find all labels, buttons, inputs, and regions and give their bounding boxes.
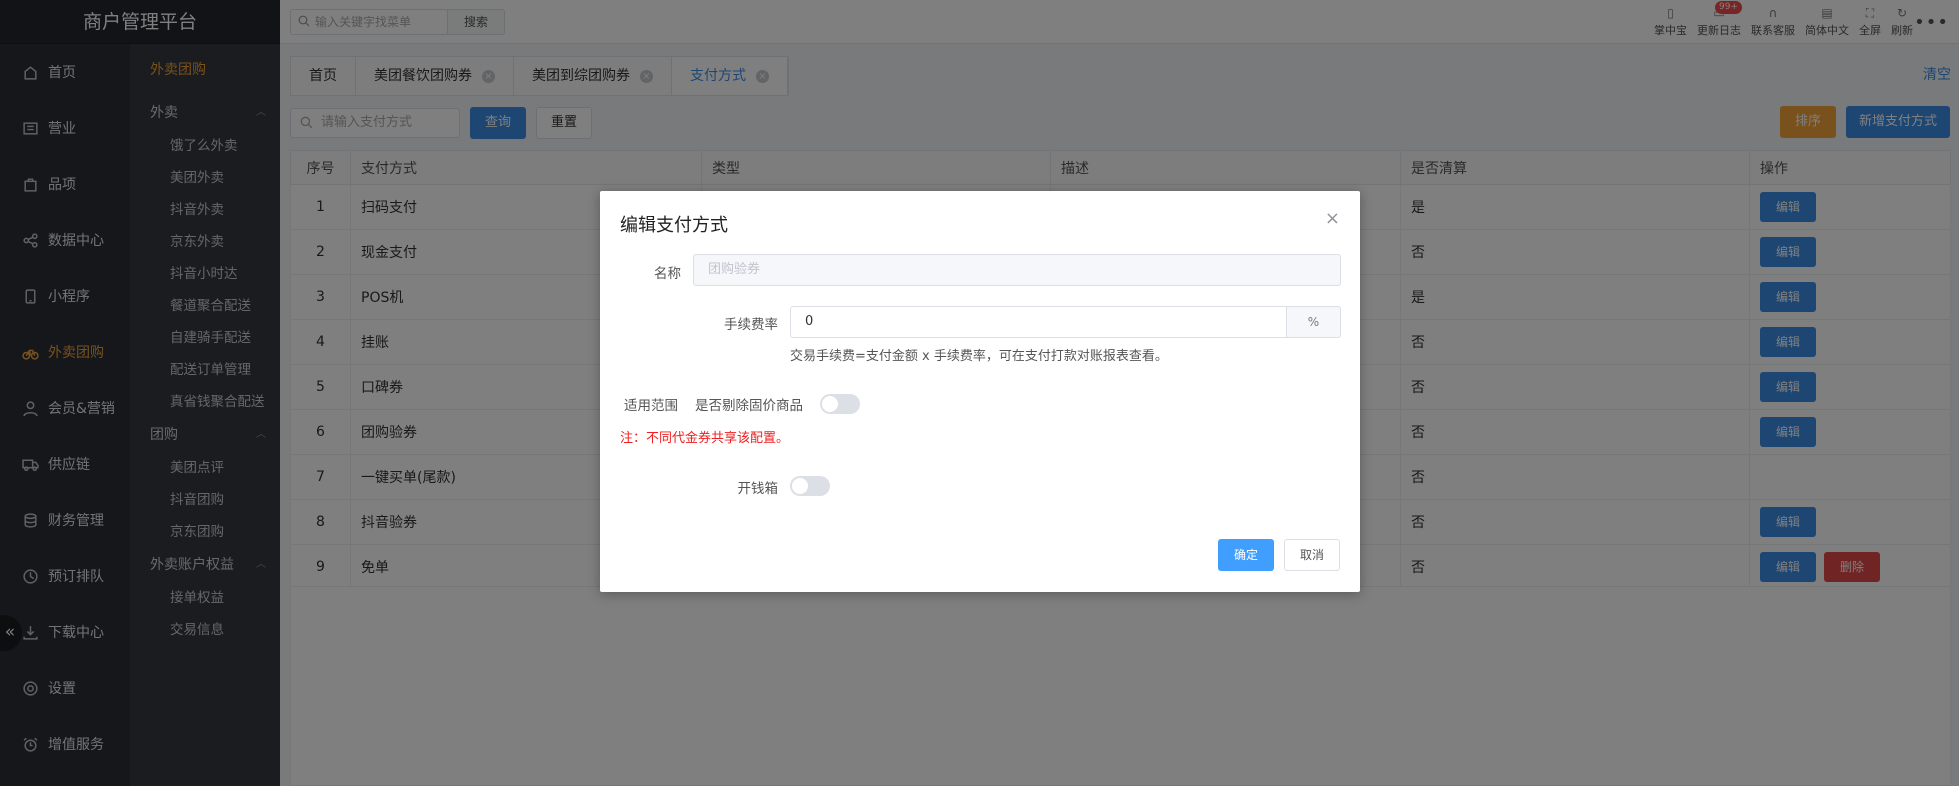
close-icon[interactable]: × <box>1325 208 1340 229</box>
scope-label: 适用范围 <box>624 398 678 414</box>
confirm-button[interactable]: 确定 <box>1218 539 1274 571</box>
fee-rate-input[interactable]: 0 <box>790 306 1287 338</box>
fee-rate-label: 手续费率 <box>724 317 778 333</box>
cash-drawer-toggle[interactable] <box>790 476 830 496</box>
cancel-button[interactable]: 取消 <box>1284 539 1340 571</box>
fee-rate-suffix: % <box>1287 306 1341 338</box>
fee-rate-hint: 交易手续费=支付金额 x 手续费率，可在支付打款对账报表查看。 <box>790 349 1168 364</box>
cash-drawer-label: 开钱箱 <box>737 481 779 497</box>
name-label: 名称 <box>654 266 681 282</box>
dialog-title: 编辑支付方式 <box>620 215 728 236</box>
config-note: 注：不同代金券共享该配置。 <box>620 431 790 446</box>
edit-payment-dialog: 编辑支付方式 × 名称 团购验券 手续费率 0 % 交易手续费=支付金额 x 手… <box>600 191 1360 592</box>
scope-option-label: 是否剔除固价商品 <box>695 398 803 414</box>
name-field: 团购验券 <box>693 254 1341 286</box>
exclude-fixed-price-toggle[interactable] <box>820 394 860 414</box>
